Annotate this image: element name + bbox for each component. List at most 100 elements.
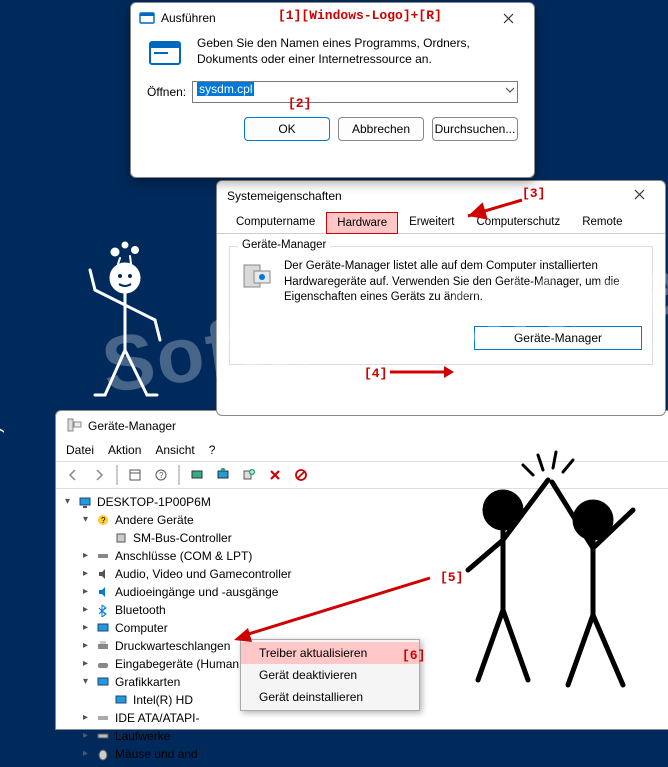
tree-label: Grafikkarten: [115, 673, 180, 691]
stick-figure-1-icon: [65, 240, 185, 410]
group-text: Der Geräte-Manager listet alle auf dem C…: [284, 259, 642, 306]
toolbar-separator: [178, 465, 180, 485]
tree-label: Laufwerke: [115, 727, 170, 745]
drive-icon: [95, 728, 111, 744]
toolbar-separator: [116, 465, 118, 485]
arrow-4: [386, 360, 456, 384]
run-dialog: Ausführen Geben Sie den Namen eines Prog…: [130, 2, 535, 178]
expand-icon[interactable]: ▸: [80, 657, 91, 672]
close-button[interactable]: [490, 6, 526, 30]
tree-label: Intel(R) HD: [133, 691, 193, 709]
collapse-icon[interactable]: ▾: [62, 495, 73, 510]
close-icon: [634, 189, 645, 200]
ctx-uninstall[interactable]: Gerät deinstallieren: [241, 686, 419, 708]
tree-maeuse[interactable]: ▸ Mäuse und and: [80, 745, 663, 763]
tree-label: Andere Geräte: [115, 511, 194, 529]
annotation-2: [2]: [288, 96, 311, 111]
ctx-deactivate[interactable]: Gerät deaktivieren: [241, 664, 419, 686]
tool-back[interactable]: [62, 465, 84, 485]
tool-properties[interactable]: [124, 465, 146, 485]
svg-text:?: ?: [159, 471, 164, 480]
display-icon: [95, 674, 111, 690]
port-icon: [95, 548, 111, 564]
hardware-icon: [240, 259, 274, 293]
stick-figure-2-icon: [448, 440, 658, 700]
tree-label: Computer: [115, 619, 168, 637]
menu-hilfe[interactable]: ?: [209, 443, 216, 457]
computer-icon: [77, 494, 93, 510]
run-input-value: sysdm.cpl: [197, 82, 254, 96]
tool-disable[interactable]: [290, 465, 312, 485]
browse-button[interactable]: Durchsuchen...: [432, 117, 518, 141]
expand-icon[interactable]: ▸: [80, 639, 91, 654]
menu-aktion[interactable]: Aktion: [108, 443, 141, 457]
tree-label: Mäuse und and: [115, 745, 198, 763]
tab-erweitert[interactable]: Erweitert: [398, 211, 465, 233]
cancel-button[interactable]: Abbrechen: [338, 117, 424, 141]
unknown-device-icon: ?: [95, 512, 111, 528]
close-icon: [503, 13, 514, 24]
collapse-icon[interactable]: ▾: [80, 513, 91, 528]
run-description: Geben Sie den Namen eines Programms, Ord…: [197, 35, 518, 73]
tree-label: Bluetooth: [115, 601, 166, 619]
run-input[interactable]: sysdm.cpl: [192, 81, 518, 103]
tree-label: IDE ATA/ATAPI-: [115, 709, 199, 727]
arrow-3: [460, 196, 530, 226]
expand-icon[interactable]: ▸: [80, 585, 91, 600]
group-title: Geräte-Manager: [238, 239, 330, 251]
tool-scan-monitor[interactable]: [186, 465, 208, 485]
annotation-1: [1][Windows-Logo]+[R]: [278, 8, 442, 23]
run-dialog-title: Ausführen: [161, 11, 216, 25]
device-manager-button[interactable]: Geräte-Manager: [474, 326, 642, 350]
expand-icon[interactable]: ▸: [80, 603, 91, 618]
arrow-5: [230, 570, 440, 650]
annotation-6: [6]: [402, 648, 425, 663]
bluetooth-icon: [95, 602, 111, 618]
menu-datei[interactable]: Datei: [66, 443, 94, 457]
annotation-3: [3]: [522, 186, 545, 201]
tab-computername[interactable]: Computername: [225, 211, 326, 233]
tree-ide[interactable]: ▸ IDE ATA/ATAPI-: [80, 709, 663, 727]
chevron-down-icon[interactable]: [505, 84, 515, 98]
tool-forward[interactable]: [88, 465, 110, 485]
expand-icon[interactable]: ▸: [80, 567, 91, 582]
open-label: Öffnen:: [147, 85, 186, 99]
sysprop-title: Systemeigenschaften: [227, 189, 342, 203]
tab-hardware[interactable]: Hardware: [326, 212, 398, 234]
mouse-icon: [95, 746, 111, 762]
collapse-icon[interactable]: ▾: [80, 675, 91, 690]
annotation-5: [5]: [440, 570, 463, 585]
audio-io-icon: [95, 584, 111, 600]
computer-icon: [95, 620, 111, 636]
tree-laufwerke[interactable]: ▸ Laufwerke: [80, 727, 663, 745]
tree-label: Anschlüsse (COM & LPT): [115, 547, 252, 565]
close-button[interactable]: [623, 189, 655, 203]
watermark-side: www.SoftwareOK.de :-): [0, 426, 5, 634]
ok-button[interactable]: OK: [244, 117, 330, 141]
hid-icon: [95, 656, 111, 672]
tool-update-driver[interactable]: [212, 465, 234, 485]
annotation-4: [4]: [364, 366, 387, 381]
tree-root-label: DESKTOP-1P00P6M: [97, 493, 211, 511]
expand-icon[interactable]: ▸: [80, 621, 91, 636]
display-icon: [113, 692, 129, 708]
chip-icon: [113, 530, 129, 546]
menu-ansicht[interactable]: Ansicht: [155, 443, 194, 457]
devmgr-icon: [66, 417, 82, 436]
devmgr-title: Geräte-Manager: [88, 419, 176, 433]
expand-icon[interactable]: ▸: [80, 549, 91, 564]
expand-icon[interactable]: ▸: [80, 711, 91, 726]
svg-text:?: ?: [101, 516, 106, 525]
tree-label: SM-Bus-Controller: [133, 529, 232, 547]
audio-icon: [95, 566, 111, 582]
tab-remote[interactable]: Remote: [571, 211, 633, 233]
tool-add-device[interactable]: [238, 465, 260, 485]
printer-icon: [95, 638, 111, 654]
tree-label: Druckwarteschlangen: [115, 637, 230, 655]
expand-icon[interactable]: ▸: [80, 729, 91, 744]
run-body-icon: [147, 35, 185, 73]
run-dialog-icon: [139, 10, 155, 26]
tool-help[interactable]: ?: [150, 465, 172, 485]
expand-icon[interactable]: ▸: [80, 747, 91, 762]
tool-uninstall[interactable]: [264, 465, 286, 485]
